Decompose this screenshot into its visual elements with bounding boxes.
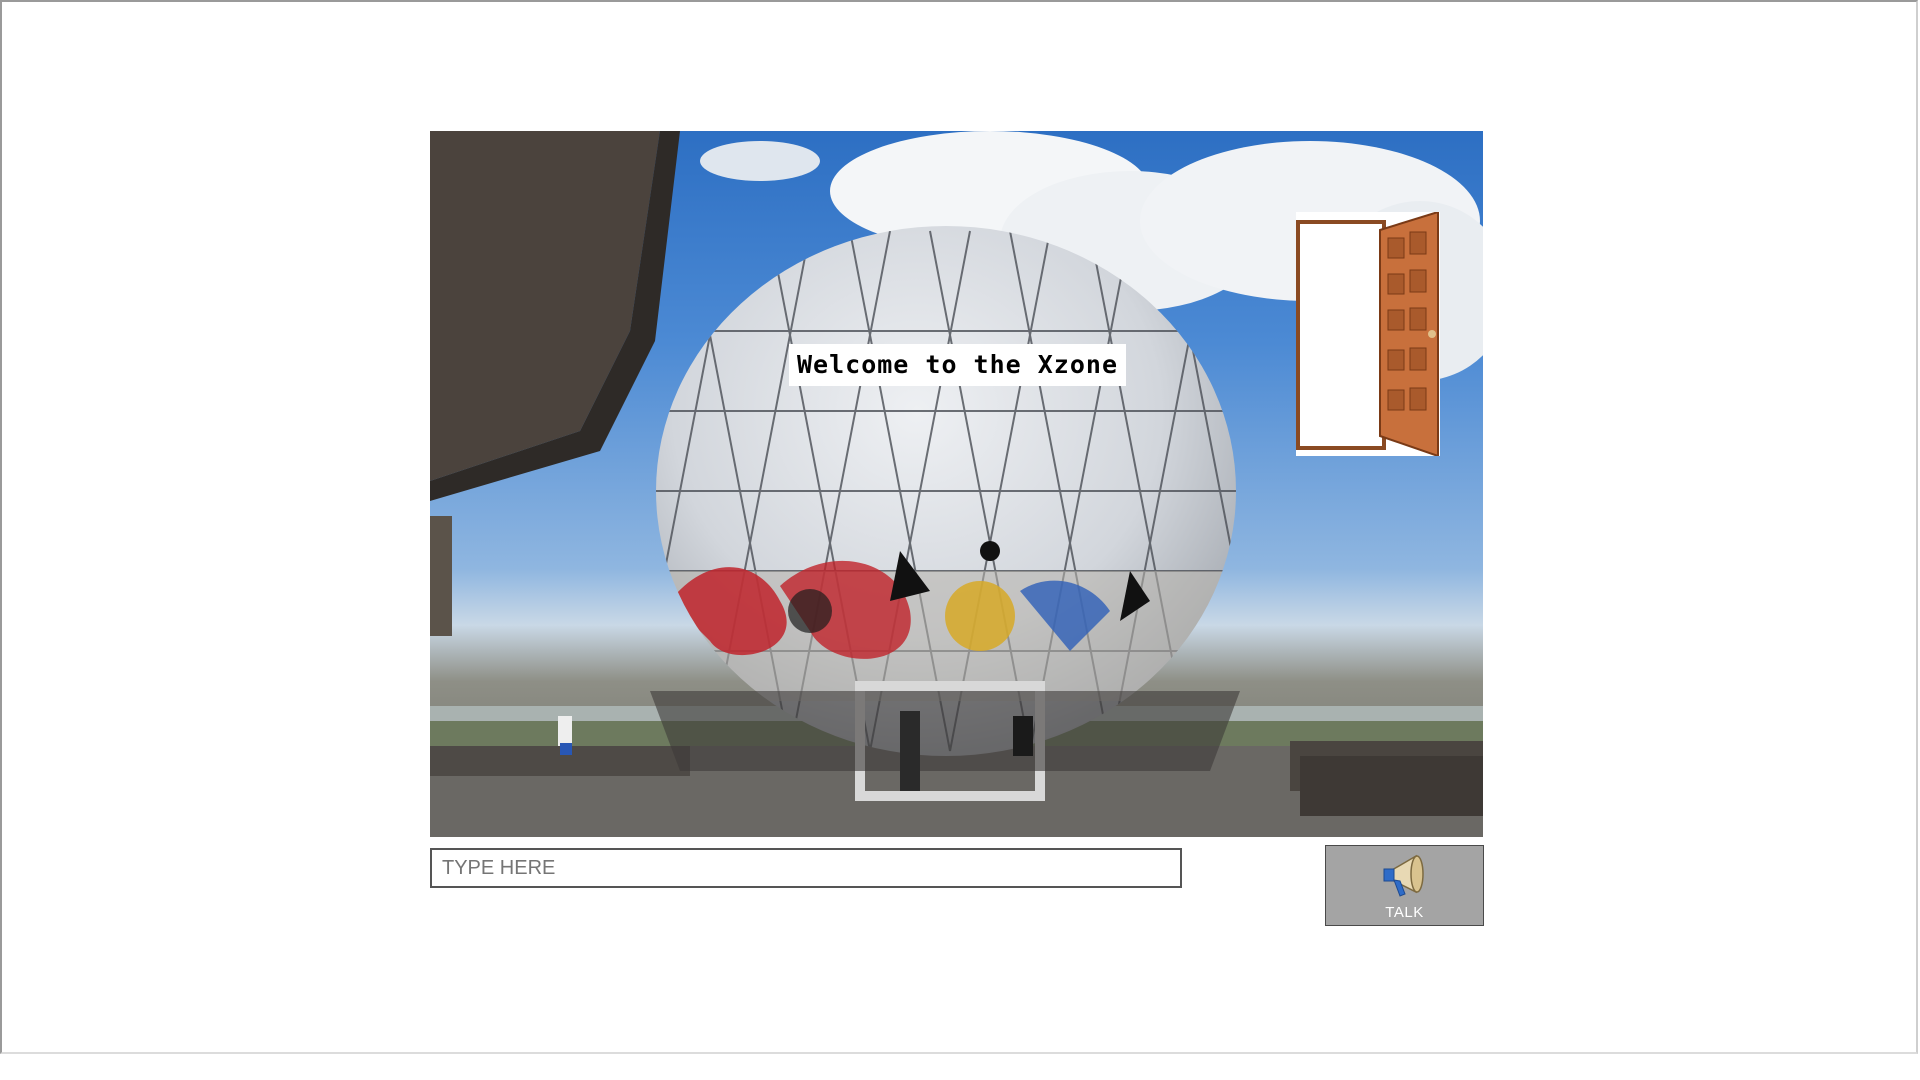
open-door-icon[interactable] xyxy=(1296,212,1440,456)
megaphone-icon xyxy=(1378,852,1430,900)
chat-input[interactable] xyxy=(430,848,1182,888)
talk-button-label: TALK xyxy=(1385,904,1424,921)
scene-image: Welcome to the Xzone xyxy=(430,131,1483,837)
welcome-banner: Welcome to the Xzone xyxy=(789,344,1126,386)
talk-button[interactable]: TALK xyxy=(1325,845,1484,926)
